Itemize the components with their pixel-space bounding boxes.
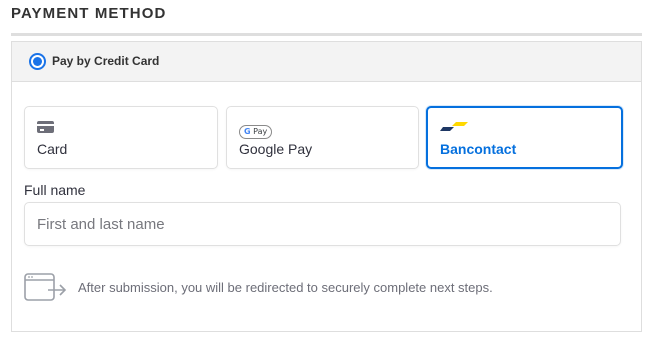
credit-card-icon	[37, 121, 54, 133]
tab-bancontact[interactable]: Bancontact	[426, 106, 623, 169]
payment-method-title: PAYMENT METHOD	[11, 5, 167, 22]
full-name-label: Full name	[24, 182, 86, 198]
tab-card-label: Card	[37, 141, 68, 157]
tab-google-pay[interactable]: G Pay Google Pay	[226, 106, 419, 169]
title-divider	[11, 33, 642, 36]
tab-bancontact-label: Bancontact	[440, 141, 517, 157]
pay-by-credit-card-option[interactable]: Pay by Credit Card	[12, 42, 641, 82]
gpay-badge-text: Pay	[253, 127, 268, 136]
gpay-g-letter: G	[244, 127, 251, 136]
method-radio[interactable]	[29, 53, 46, 70]
bancontact-icon	[440, 121, 470, 139]
tab-google-pay-label: Google Pay	[239, 141, 313, 157]
tab-card[interactable]: Card	[24, 106, 218, 169]
method-label: Pay by Credit Card	[52, 54, 160, 68]
redirect-note-text: After submission, you will be redirected…	[78, 280, 493, 295]
google-pay-icon: G Pay	[239, 121, 273, 139]
browser-redirect-icon	[24, 273, 68, 308]
full-name-input[interactable]	[24, 202, 621, 246]
